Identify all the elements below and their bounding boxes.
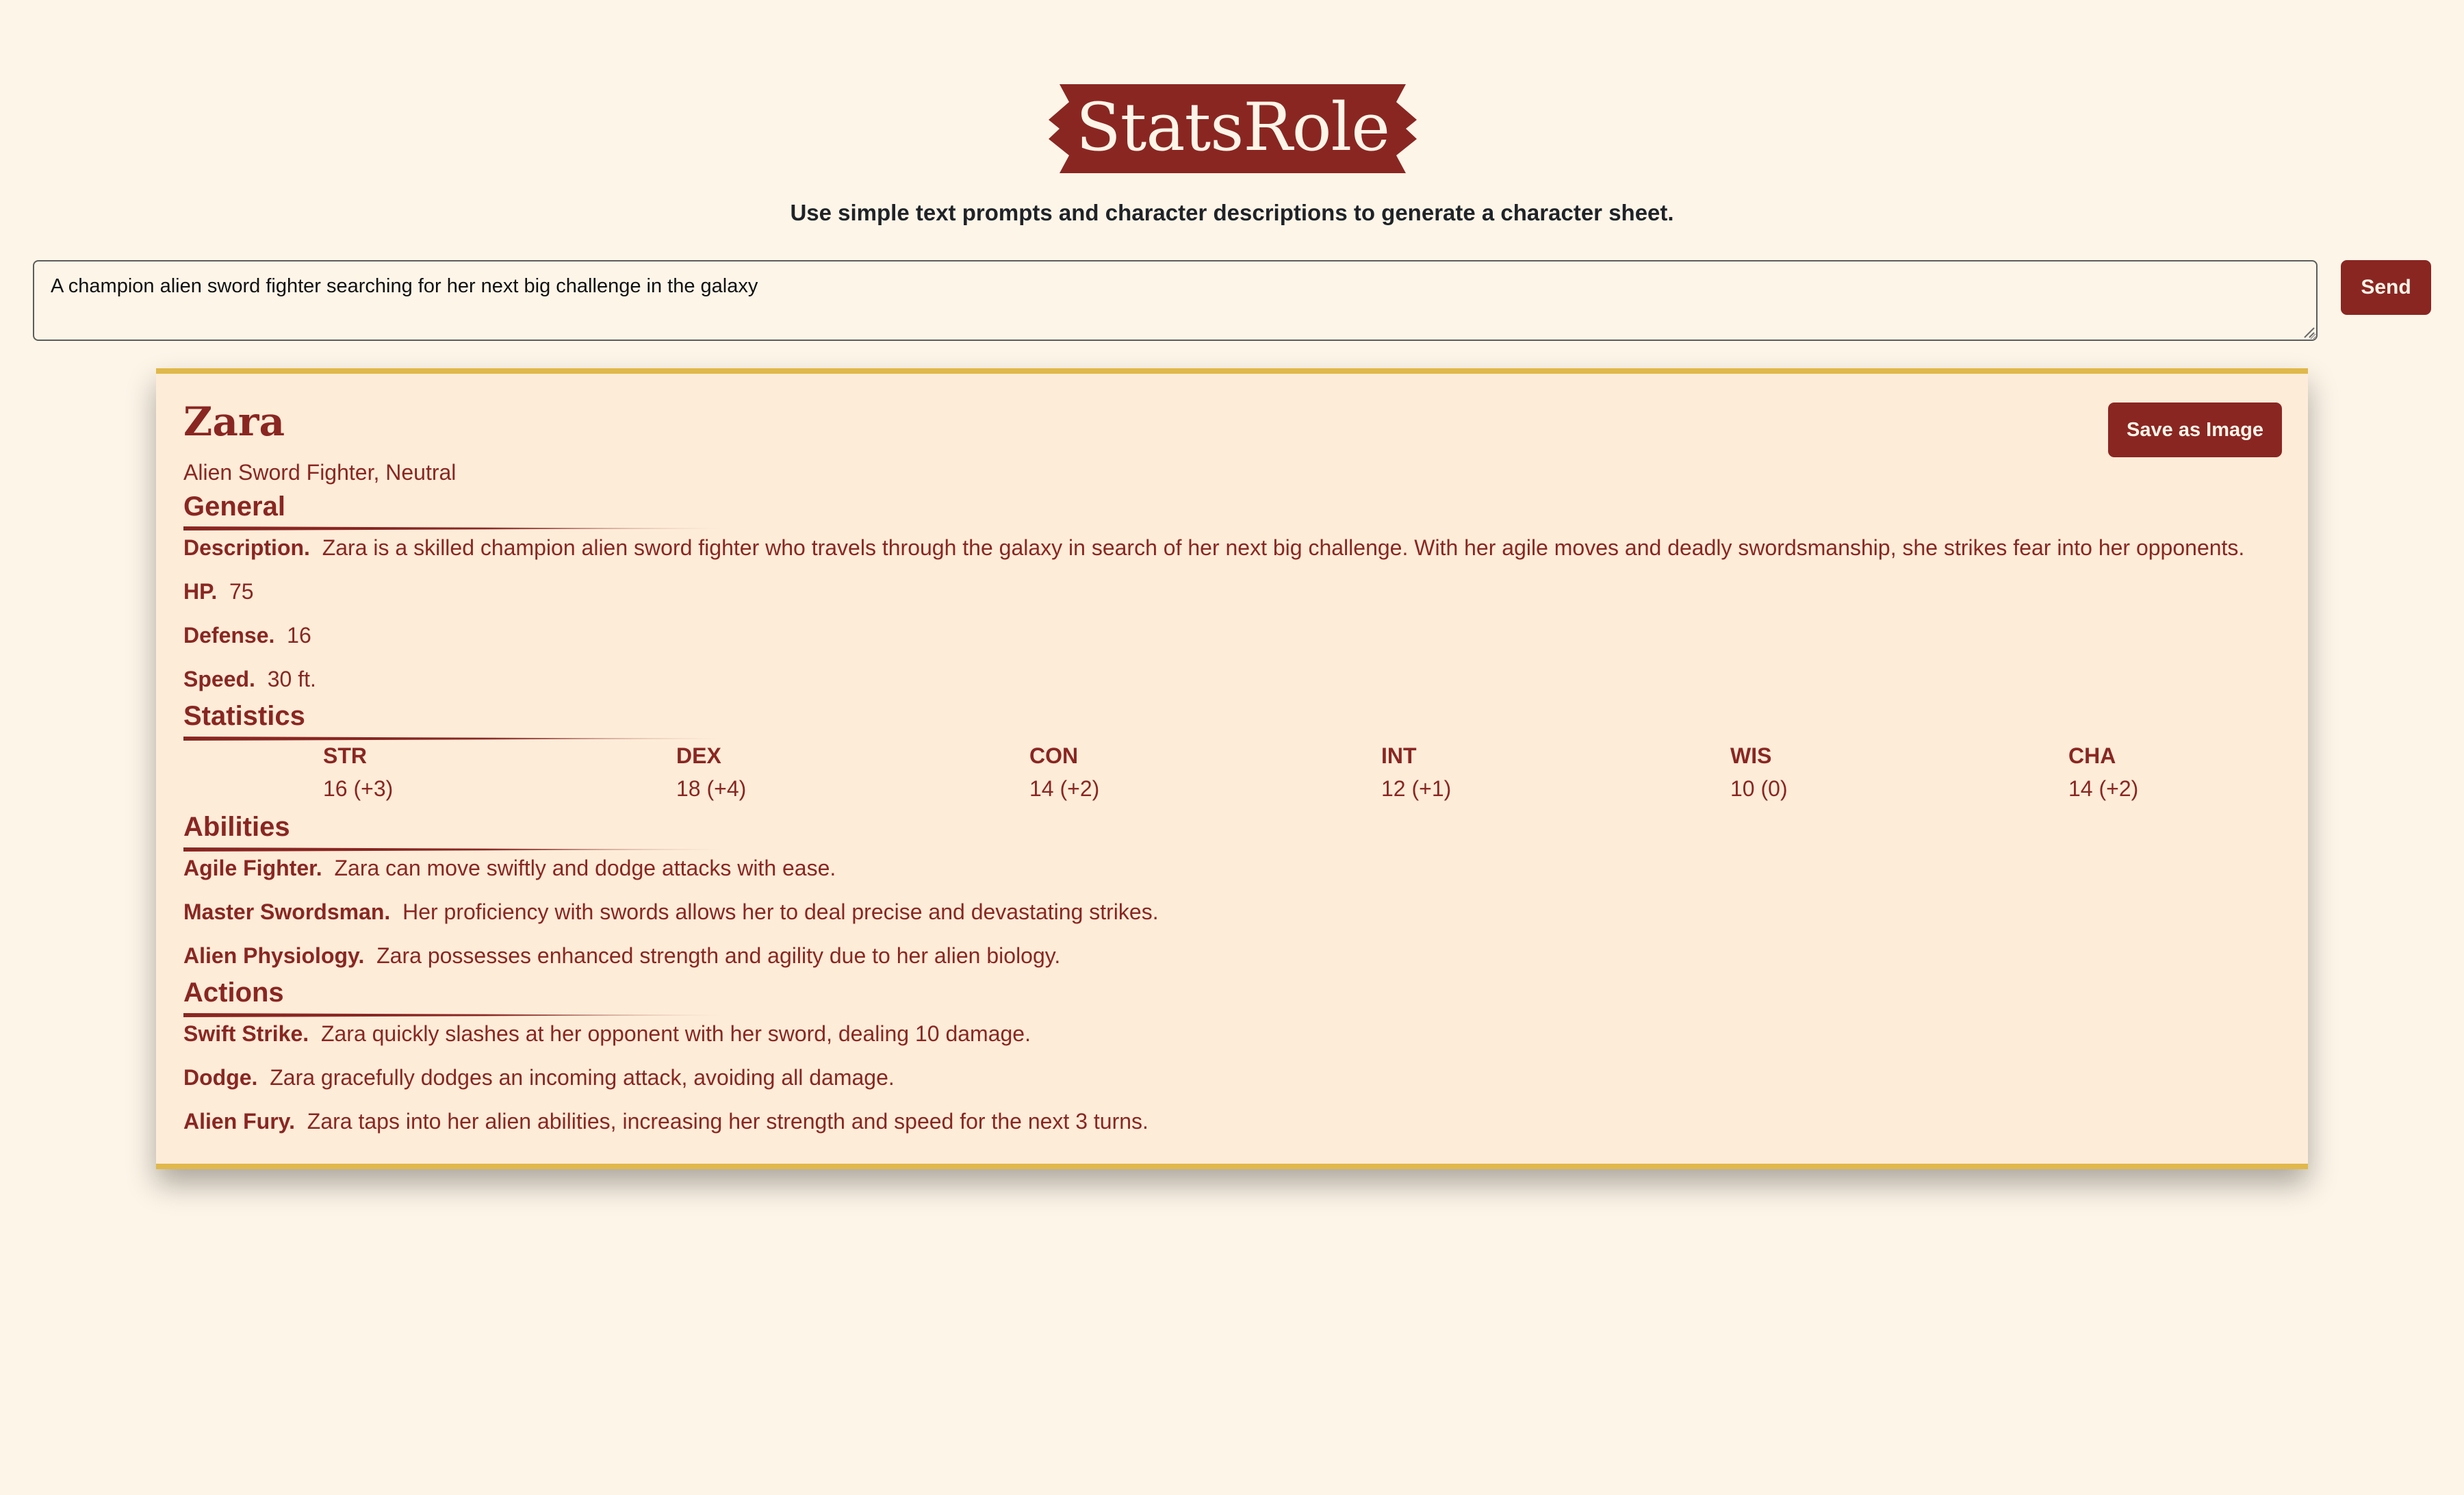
ability-name: Alien Physiology.: [183, 943, 365, 968]
action-name: Swift Strike.: [183, 1021, 309, 1046]
stat-str: STR 16 (+3): [323, 739, 393, 805]
action-item: Alien Fury. Zara taps into her alien abi…: [183, 1109, 1148, 1134]
stat-name: INT: [1381, 743, 1417, 768]
stat-name: DEX: [676, 743, 721, 768]
ability-item: Alien Physiology. Zara possesses enhance…: [183, 943, 1060, 969]
ability-text: Zara possesses enhanced strength and agi…: [376, 943, 1061, 968]
ability-name: Agile Fighter.: [183, 856, 322, 880]
ability-text: Zara can move swiftly and dodge attacks …: [334, 856, 836, 880]
logo-text: StatsRole: [1075, 89, 1390, 166]
action-text: Zara gracefully dodges an incoming attac…: [270, 1065, 895, 1090]
stat-wis: WIS 10 (0): [1730, 739, 1788, 805]
section-title-statistics: Statistics: [183, 701, 305, 731]
app-logo: StatsRole: [1049, 84, 1417, 173]
action-text: Zara quickly slashes at her opponent wit…: [320, 1021, 1031, 1046]
stat-name: WIS: [1730, 743, 1772, 768]
resize-handle-icon[interactable]: [2302, 326, 2315, 338]
prompt-input[interactable]: A champion alien sword fighter searching…: [33, 260, 2318, 341]
section-title-actions: Actions: [183, 978, 284, 1008]
stat-int: INT 12 (+1): [1381, 739, 1451, 805]
character-sheet: Zara Alien Sword Fighter, Neutral Save a…: [156, 368, 2308, 1169]
stat-value: 14 (+2): [2068, 776, 2139, 801]
save-as-image-button[interactable]: Save as Image: [2108, 402, 2282, 457]
general-speed: Speed. 30 ft.: [183, 667, 316, 692]
hp-label: HP.: [183, 579, 218, 604]
defense-value: 16: [287, 623, 311, 648]
stat-value: 18 (+4): [676, 776, 747, 801]
stat-value: 10 (0): [1730, 776, 1788, 801]
action-item: Swift Strike. Zara quickly slashes at he…: [183, 1021, 1031, 1047]
action-item: Dodge. Zara gracefully dodges an incomin…: [183, 1065, 895, 1090]
ability-item: Master Swordsman. Her proficiency with s…: [183, 899, 1159, 925]
hp-value: 75: [229, 579, 254, 604]
character-subtitle: Alien Sword Fighter, Neutral: [183, 460, 457, 485]
speed-value: 30 ft.: [267, 667, 316, 691]
stat-con: CON 14 (+2): [1029, 739, 1099, 805]
section-divider: [183, 526, 731, 531]
stat-value: 14 (+2): [1029, 776, 1100, 801]
stat-name: STR: [323, 743, 367, 768]
section-divider: [183, 847, 731, 852]
description-label: Description.: [183, 535, 310, 560]
section-divider: [183, 1013, 731, 1017]
stat-name: CHA: [2068, 743, 2116, 768]
speed-label: Speed.: [183, 667, 255, 691]
action-name: Alien Fury.: [183, 1109, 295, 1134]
section-title-general: General: [183, 491, 285, 522]
send-button[interactable]: Send: [2341, 260, 2431, 315]
section-divider: [183, 737, 731, 741]
defense-label: Defense.: [183, 623, 275, 648]
general-hp: HP. 75: [183, 579, 254, 604]
stat-value: 16 (+3): [323, 776, 394, 801]
stat-name: CON: [1029, 743, 1079, 768]
action-name: Dodge.: [183, 1065, 258, 1090]
stat-cha: CHA 14 (+2): [2068, 739, 2138, 805]
general-description: Description. Zara is a skilled champion …: [183, 535, 2244, 561]
ability-text: Her proficiency with swords allows her t…: [402, 899, 1159, 924]
tagline: Use simple text prompts and character de…: [790, 200, 1674, 225]
action-text: Zara taps into her alien abilities, incr…: [307, 1109, 1148, 1134]
character-name: Zara: [183, 398, 285, 445]
ability-item: Agile Fighter. Zara can move swiftly and…: [183, 856, 836, 881]
stat-value: 12 (+1): [1381, 776, 1452, 801]
general-defense: Defense. 16: [183, 623, 311, 648]
ability-name: Master Swordsman.: [183, 899, 391, 924]
description-text: Zara is a skilled champion alien sword f…: [322, 535, 2245, 560]
stat-dex: DEX 18 (+4): [676, 739, 746, 805]
section-title-abilities: Abilities: [183, 812, 290, 842]
